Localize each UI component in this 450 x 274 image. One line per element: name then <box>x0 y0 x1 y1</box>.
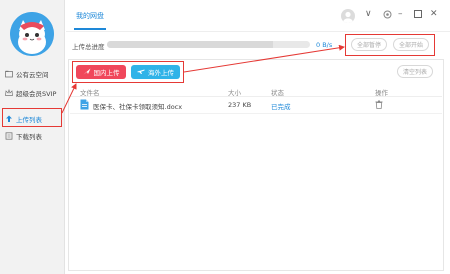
docx-file-icon <box>80 99 89 110</box>
user-icon <box>343 11 353 23</box>
upload-progress-bar <box>107 41 310 48</box>
minimize-icon[interactable]: – <box>398 10 403 19</box>
dropdown-menu-icon[interactable]: ∨ <box>365 10 372 19</box>
sidebar-item-public-cloud[interactable]: 公有云空间 <box>0 67 65 81</box>
sidebar-item-download-list[interactable]: 下载列表 <box>0 129 65 143</box>
table-header-divider <box>70 96 442 97</box>
user-avatar[interactable] <box>341 9 355 23</box>
sidebar-item-svip[interactable]: 超级会员SVIP <box>0 86 65 100</box>
annotation-box-upload-list <box>2 108 62 127</box>
download-list-icon <box>5 132 13 140</box>
annotation-box-upload-modes <box>72 61 184 83</box>
sidebar-item-label: 公有云空间 <box>16 71 49 79</box>
sidebar: 公有云空间 超级会员SVIP 上传列表 下载列表 <box>0 0 65 274</box>
upload-speed: 0 B/s <box>316 41 333 49</box>
settings-icon[interactable] <box>383 10 392 22</box>
sidebar-item-label: 超级会员SVIP <box>16 90 57 98</box>
crown-icon <box>5 89 13 97</box>
avatar[interactable] <box>10 12 54 56</box>
cat-avatar-icon <box>10 12 54 56</box>
folder-icon <box>5 70 13 78</box>
title-bar: 我的网盘 <box>66 0 450 32</box>
close-icon[interactable]: ✕ <box>430 10 438 19</box>
upload-progress-fill <box>107 41 274 48</box>
upload-progress-label: 上传总进度 <box>72 43 105 51</box>
table-row-divider <box>70 113 442 114</box>
file-status: 已完成 <box>271 103 291 111</box>
active-tab-indicator <box>74 28 106 30</box>
tab-my-netdisk[interactable]: 我的网盘 <box>76 11 104 21</box>
maximize-icon[interactable] <box>414 10 422 21</box>
trash-icon[interactable] <box>375 100 383 111</box>
file-name[interactable]: 医保卡、社保卡领取须知.docx <box>93 101 182 111</box>
sidebar-item-label: 下载列表 <box>16 133 42 141</box>
clear-list-button[interactable]: 清空列表 <box>397 65 433 78</box>
annotation-box-bulk-actions <box>345 34 435 56</box>
file-size: 237 KB <box>228 101 252 109</box>
